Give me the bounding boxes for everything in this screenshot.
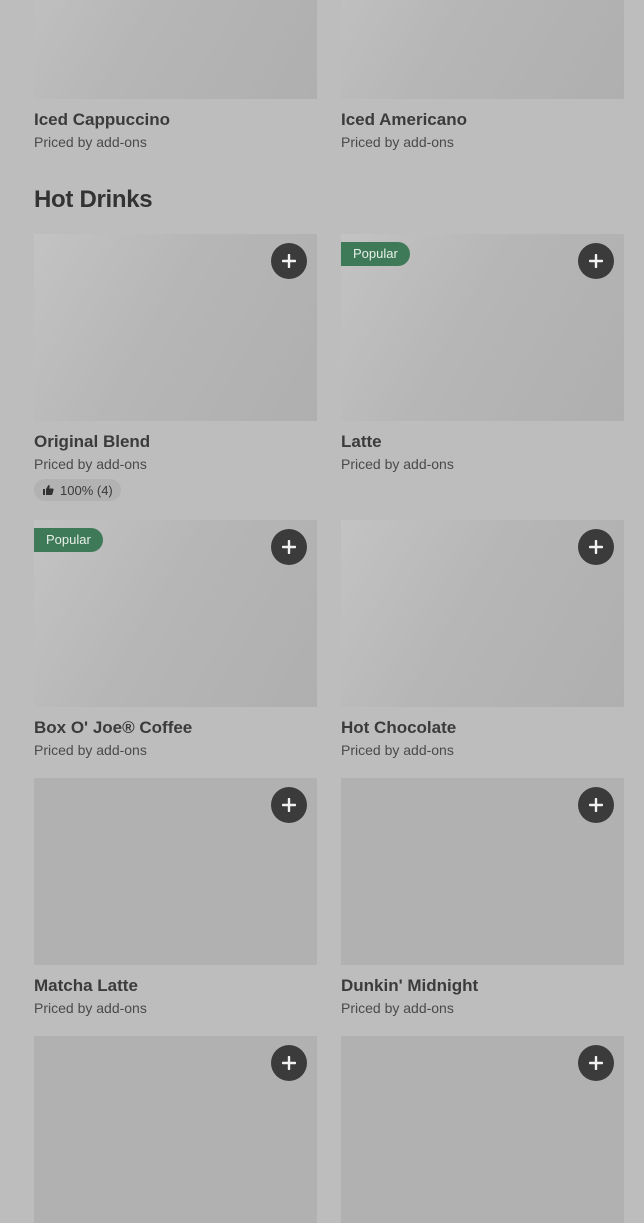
menu-item-card[interactable]: Hot Chocolate Priced by add-ons xyxy=(341,520,624,759)
add-item-button[interactable] xyxy=(271,787,307,823)
item-image xyxy=(34,778,317,965)
plus-icon xyxy=(589,798,603,812)
menu-item-card[interactable]: Iced Cappuccino Priced by add-ons xyxy=(34,0,317,151)
popular-badge: Popular xyxy=(341,242,410,266)
thumbs-up-icon xyxy=(43,485,54,495)
rating-badge: 100% (4) xyxy=(34,479,121,501)
menu-item-card[interactable] xyxy=(341,1036,624,1223)
item-image xyxy=(341,520,624,707)
item-image: Popular xyxy=(34,520,317,707)
rating-value: 100% (4) xyxy=(60,482,113,498)
item-image xyxy=(341,778,624,965)
menu-item-card[interactable]: Matcha Latte Priced by add-ons xyxy=(34,778,317,1017)
add-item-button[interactable] xyxy=(578,243,614,279)
item-name: Dunkin' Midnight xyxy=(341,976,479,995)
item-name: Iced Americano xyxy=(341,110,467,129)
plus-icon xyxy=(282,540,296,554)
add-item-button[interactable] xyxy=(271,1045,307,1081)
plus-icon xyxy=(589,540,603,554)
item-price: Priced by add-ons xyxy=(341,742,454,758)
plus-icon xyxy=(282,798,296,812)
item-price: Priced by add-ons xyxy=(34,1000,147,1016)
add-item-button[interactable] xyxy=(271,243,307,279)
item-price: Priced by add-ons xyxy=(34,134,147,150)
item-price: Priced by add-ons xyxy=(341,134,454,150)
item-price: Priced by add-ons xyxy=(34,456,147,472)
item-price: Priced by add-ons xyxy=(341,456,454,472)
item-price: Priced by add-ons xyxy=(341,1000,454,1016)
menu-item-card[interactable]: Iced Americano Priced by add-ons xyxy=(341,0,624,151)
plus-icon xyxy=(589,254,603,268)
menu-item-card[interactable]: Original Blend Priced by add-ons 100% (4… xyxy=(34,234,317,501)
menu-item-card[interactable]: Dunkin' Midnight Priced by add-ons xyxy=(341,778,624,1017)
item-image xyxy=(341,0,624,99)
item-name: Hot Chocolate xyxy=(341,718,457,737)
add-item-button[interactable] xyxy=(578,1045,614,1081)
plus-icon xyxy=(282,1056,296,1070)
menu-item-card[interactable]: Popular Latte Priced by add-ons xyxy=(341,234,624,473)
item-image xyxy=(341,1036,624,1223)
item-image xyxy=(34,0,317,99)
item-name: Matcha Latte xyxy=(34,976,138,995)
plus-icon xyxy=(282,254,296,268)
item-name: Box O' Joe® Coffee xyxy=(34,718,193,737)
section-title: Hot Drinks xyxy=(34,186,153,213)
add-item-button[interactable] xyxy=(578,529,614,565)
item-name: Latte xyxy=(341,432,382,451)
item-image xyxy=(34,1036,317,1223)
add-item-button[interactable] xyxy=(271,529,307,565)
item-image: Popular xyxy=(341,234,624,421)
item-image xyxy=(34,234,317,421)
item-price: Priced by add-ons xyxy=(34,742,147,758)
add-item-button[interactable] xyxy=(578,787,614,823)
item-name: Iced Cappuccino xyxy=(34,110,171,129)
menu-item-card[interactable]: Popular Box O' Joe® Coffee Priced by add… xyxy=(34,520,317,759)
item-name: Original Blend xyxy=(34,432,151,451)
menu-item-card[interactable] xyxy=(34,1036,317,1223)
popular-badge: Popular xyxy=(34,528,103,552)
menu-page: Iced Cappuccino Priced by add-ons Iced A… xyxy=(0,0,644,1223)
plus-icon xyxy=(589,1056,603,1070)
